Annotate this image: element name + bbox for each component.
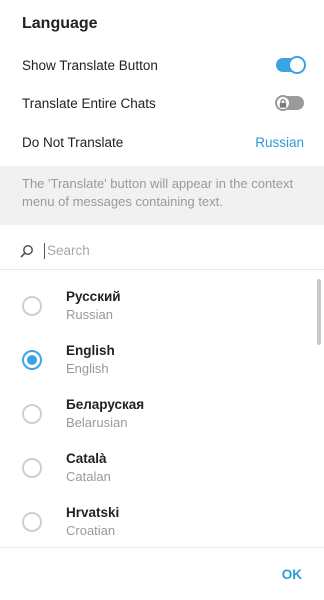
search-bar — [0, 232, 324, 270]
radio-button[interactable] — [22, 296, 42, 316]
dialog-title: Language — [22, 15, 98, 32]
language-text: English English — [66, 342, 115, 378]
language-text: Беларуская Belarusian — [66, 396, 144, 432]
radio-button-selected[interactable] — [22, 350, 42, 370]
list-scrollbar[interactable] — [317, 279, 321, 345]
language-native-name: English — [66, 343, 115, 358]
language-list: Русский Russian English English Беларуск… — [0, 279, 324, 547]
language-item-croatian[interactable]: Hrvatski Croatian — [0, 495, 324, 547]
language-item-belarusian[interactable]: Беларуская Belarusian — [0, 387, 324, 441]
show-translate-button-label: Show Translate Button — [22, 57, 158, 73]
language-text: Hrvatski Croatian — [66, 504, 119, 540]
dialog-footer: OK — [0, 547, 324, 600]
radio-button[interactable] — [22, 458, 42, 478]
language-item-english[interactable]: English English — [0, 333, 324, 387]
translate-entire-chats-row[interactable]: Translate Entire Chats — [0, 84, 324, 122]
show-translate-button-toggle[interactable] — [276, 56, 306, 74]
language-english-name: English — [66, 361, 109, 376]
language-native-name: Русский — [66, 289, 121, 304]
language-native-name: Hrvatski — [66, 505, 120, 520]
info-box: The 'Translate' button will appear in th… — [0, 166, 324, 225]
translate-entire-chats-label: Translate Entire Chats — [22, 95, 156, 111]
language-text: Русский Russian — [66, 288, 121, 324]
language-english-name: Croatian — [66, 523, 116, 538]
radio-button[interactable] — [22, 404, 42, 424]
language-item-russian[interactable]: Русский Russian — [0, 279, 324, 333]
search-input[interactable] — [44, 242, 284, 259]
language-text: Català Catalan — [66, 450, 111, 486]
translate-entire-chats-toggle[interactable] — [275, 95, 304, 111]
toggle-knob — [288, 56, 306, 74]
info-text: The 'Translate' button will appear in th… — [22, 176, 294, 209]
show-translate-button-row[interactable]: Show Translate Button — [0, 46, 324, 84]
language-dialog: Language Show Translate Button Translate… — [0, 0, 324, 600]
language-english-name: Russian — [66, 307, 113, 322]
do-not-translate-row[interactable]: Do Not Translate Russian — [0, 123, 324, 161]
language-native-name: Català — [66, 451, 107, 466]
language-native-name: Беларуская — [66, 397, 145, 412]
do-not-translate-value[interactable]: Russian — [255, 135, 304, 150]
language-item-catalan[interactable]: Català Catalan — [0, 441, 324, 495]
do-not-translate-label: Do Not Translate — [22, 134, 124, 150]
lock-icon — [275, 95, 291, 111]
radio-button[interactable] — [22, 512, 42, 532]
language-english-name: Catalan — [66, 469, 111, 484]
language-english-name: Belarusian — [66, 415, 128, 430]
ok-button[interactable]: OK — [282, 567, 302, 582]
search-icon — [20, 244, 34, 258]
